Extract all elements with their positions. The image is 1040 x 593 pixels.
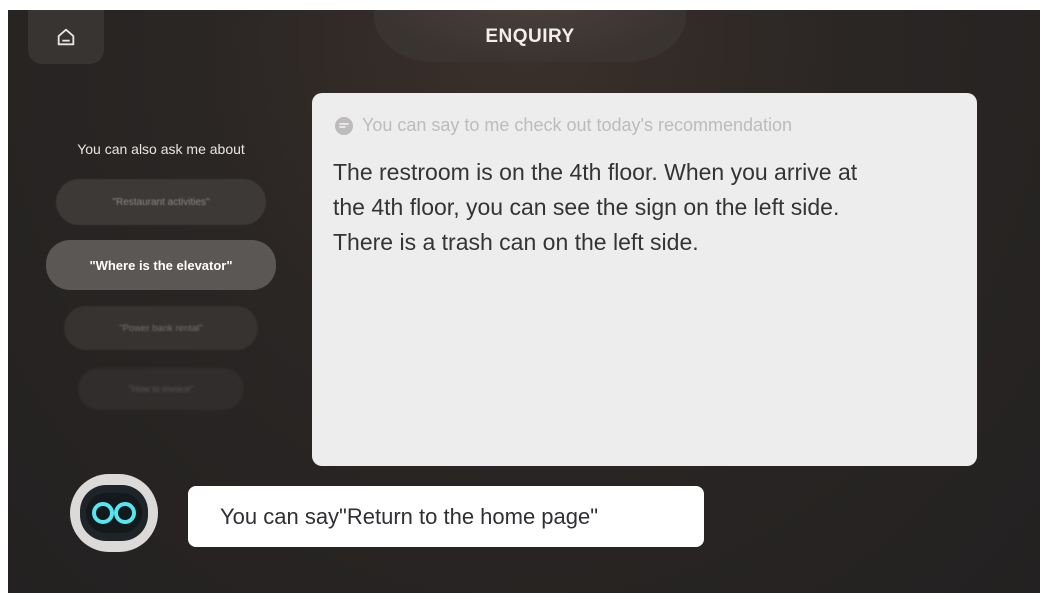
suggestion-where-is-elevator[interactable]: "Where is the elevator": [46, 240, 276, 290]
hint-row: You can say to me check out today's reco…: [334, 115, 792, 136]
suggestion-how-to-invoice[interactable]: "How to invoice": [78, 368, 244, 410]
robot-face-icon: [80, 485, 148, 541]
answer-line: There is a trash can on the left side.: [333, 229, 699, 255]
suggestion-restaurant-activities[interactable]: "Restaurant activities": [56, 179, 266, 225]
answer-card: You can say to me check out today's reco…: [312, 93, 977, 466]
voice-bubble-icon: [335, 116, 353, 135]
home-button[interactable]: [28, 10, 104, 64]
assistant-avatar[interactable]: [70, 474, 158, 552]
hint-text: You can say to me check out today's reco…: [362, 115, 793, 135]
answer-line: The restroom is on the 4th floor. When y…: [333, 159, 858, 185]
answer-text: The restroom is on the 4th floor. When y…: [333, 155, 953, 260]
assistant-prompt-bubble: You can say"Return to the home page": [188, 486, 704, 547]
suggestion-power-bank-rental[interactable]: "Power bank rental": [64, 306, 258, 350]
answer-line: the 4th floor, you can see the sign on t…: [333, 194, 840, 220]
page-title: ENQUIRY: [485, 26, 575, 47]
app-screen: ENQUIRY You can also ask me about "Resta…: [8, 10, 1040, 593]
suggestions-heading: You can also ask me about: [77, 141, 245, 157]
assistant-prompt-text: You can say"Return to the home page": [220, 503, 599, 529]
title-pod: ENQUIRY: [374, 10, 686, 62]
home-icon: [57, 28, 75, 46]
